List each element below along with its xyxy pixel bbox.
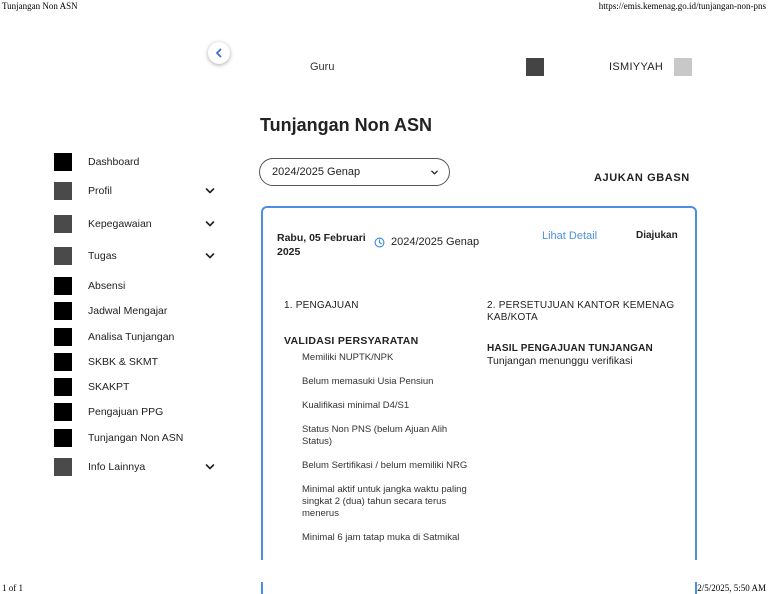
avatar[interactable] <box>674 58 692 76</box>
sidebar-item-jadwal-mengajar[interactable]: Jadwal Mengajar <box>54 301 224 321</box>
sidebar-item-tugas[interactable]: Tugas <box>54 246 224 266</box>
user-role-label: Guru <box>310 61 335 73</box>
step-persetujuan-title: 2. PERSETUJUAN KANTOR KEMENAG KAB/KOTA <box>487 300 675 323</box>
user-name-label[interactable]: ISMIYYAH <box>609 61 663 73</box>
sidebar-item-profil[interactable]: Profil <box>54 181 224 201</box>
sidebar-item-analisa-tunjangan[interactable]: Analisa Tunjangan <box>54 327 224 347</box>
task-icon <box>54 247 72 265</box>
sidebar-item-kepegawaian[interactable]: Kepegawaian <box>54 214 224 234</box>
sidebar-item-label: Analisa Tunjangan <box>88 331 175 343</box>
briefcase-icon <box>54 215 72 233</box>
sidebar-item-label: Jadwal Mengajar <box>88 305 168 317</box>
document-icon <box>54 378 72 396</box>
semester-select-value: 2024/2025 Genap <box>272 166 361 178</box>
sidebar-item-pengajuan-ppg[interactable]: Pengajuan PPG <box>54 402 224 422</box>
sidebar-item-label: Kepegawaian <box>88 218 152 230</box>
list-item: Memiliki NUPTK/NPK <box>302 352 394 363</box>
sidebar-item-absensi[interactable]: Absensi <box>54 276 224 296</box>
list-item: Belum memasuki Usia Pensiun <box>302 376 434 387</box>
chevron-down-icon <box>431 170 438 175</box>
print-header-url: https://emis.kemenag.go.id/tunjangan-non… <box>598 1 766 11</box>
hasil-pengajuan-text: Tunjangan menunggu verifikasi <box>487 355 633 367</box>
semester-select[interactable]: 2024/2025 Genap <box>259 158 450 186</box>
info-icon <box>54 458 72 476</box>
print-header-title: Tunjangan Non ASN <box>2 1 78 11</box>
ajukan-gbasn-button[interactable]: AJUKAN GBASN <box>594 172 690 184</box>
validasi-persyaratan-title: VALIDASI PERSYARATAN <box>284 335 419 347</box>
profile-icon <box>54 182 72 200</box>
page-clip <box>0 560 768 582</box>
submission-semester: 2024/2025 Genap <box>374 236 479 248</box>
sidebar-item-tunjangan-non-asn[interactable]: Tunjangan Non ASN <box>54 428 224 448</box>
step-pengajuan-title: 1. PENGAJUAN <box>284 300 359 311</box>
sidebar-item-label: SKAKPT <box>88 381 130 393</box>
sidebar-item-label: Dashboard <box>88 156 140 168</box>
chevron-down-icon <box>205 464 215 470</box>
status-badge: Diajukan <box>636 230 678 241</box>
lihat-detail-link[interactable]: Lihat Detail <box>542 230 597 242</box>
list-item: Status Non PNS (belum Ajuan Alih Status) <box>302 424 448 447</box>
print-footer-datetime: 2/5/2025, 5:50 AM <box>697 583 766 593</box>
form-icon <box>54 403 72 421</box>
sidebar-item-label: SKBK & SKMT <box>88 356 159 368</box>
chevron-down-icon <box>205 188 215 194</box>
persetujuan-column: 2. PERSETUJUAN KANTOR KEMENAG KAB/KOTA H… <box>487 300 677 367</box>
chevron-down-icon <box>205 221 215 227</box>
dashboard-icon <box>54 153 72 171</box>
sidebar-item-skbk-skmt[interactable]: SKBK & SKMT <box>54 352 224 372</box>
pengajuan-column: 1. PENGAJUAN VALIDASI PERSYARATAN Memili… <box>284 300 474 556</box>
sidebar-item-info-lainnya[interactable]: Info Lainnya <box>54 457 224 477</box>
hasil-pengajuan-title: HASIL PENGAJUAN TUNJANGAN <box>487 343 653 354</box>
clock-icon <box>374 237 385 247</box>
sidebar-item-dashboard[interactable]: Dashboard <box>54 152 224 172</box>
analysis-icon <box>54 328 72 346</box>
list-item: Kualifikasi minimal D4/S1 <box>302 400 410 411</box>
sidebar-item-label: Profil <box>88 185 112 197</box>
chevron-down-icon <box>205 253 215 259</box>
page-title: Tunjangan Non ASN <box>260 115 432 135</box>
list-item: Minimal aktif untuk jangka waktu paling … <box>302 484 467 519</box>
notification-icon[interactable] <box>526 58 544 76</box>
print-footer-page: 1 of 1 <box>2 583 23 593</box>
sidebar-item-label: Tunjangan Non ASN <box>88 432 184 444</box>
submission-semester-label: 2024/2025 Genap <box>391 236 480 248</box>
sidebar-item-label: Info Lainnya <box>88 461 146 473</box>
chevron-left-icon <box>216 48 222 58</box>
document-icon <box>54 353 72 371</box>
submission-date: Rabu, 05 Februari 2025 <box>277 232 366 258</box>
submission-card: Rabu, 05 Februari 2025 2024/2025 Genap L… <box>261 206 697 594</box>
sidebar-item-label: Tugas <box>88 250 117 262</box>
list-item: Minimal 6 jam tatap muka di Satmikal <box>302 532 460 543</box>
requirements-list: Memiliki NUPTK/NPK Belum memasuki Usia P… <box>284 352 474 544</box>
sidebar-item-label: Absensi <box>88 280 126 292</box>
list-item: Belum Sertifikasi / belum memiliki NRG <box>302 460 468 471</box>
sidebar-item-label: Pengajuan PPG <box>88 406 164 418</box>
money-icon <box>54 429 72 447</box>
attendance-icon <box>54 277 72 295</box>
sidebar-item-skakpt[interactable]: SKAKPT <box>54 377 224 397</box>
calendar-icon <box>54 302 72 320</box>
sidebar-collapse-button[interactable] <box>208 42 230 64</box>
